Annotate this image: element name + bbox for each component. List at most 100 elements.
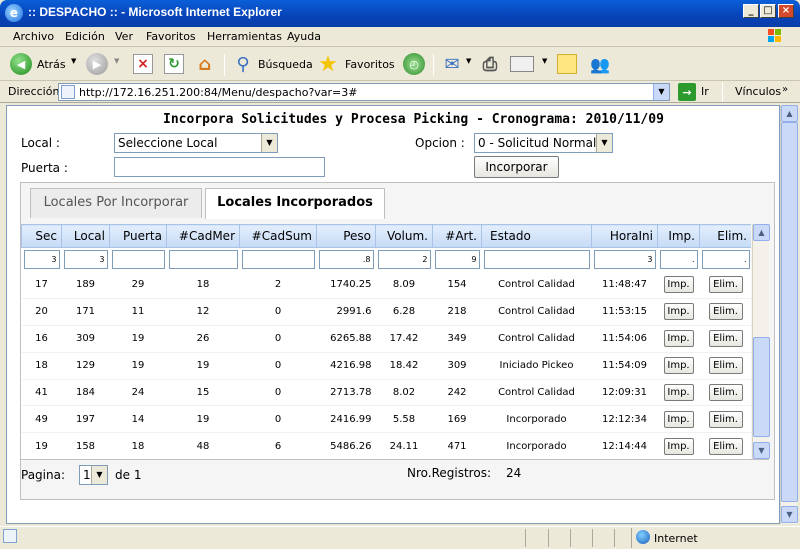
elim-button[interactable]: Elim.: [708, 410, 743, 428]
table-row[interactable]: 41 184 24 15 0 2713.78 8.02 242 Control Calidad 1…: [21, 379, 751, 407]
elim-button[interactable]: Elim.: [708, 437, 743, 455]
messenger-icon[interactable]: 👥: [588, 53, 612, 75]
filter-input[interactable]: [241, 250, 315, 270]
column-header[interactable]: HoraIni: [591, 224, 658, 248]
go-arrow-icon[interactable]: →: [678, 83, 696, 101]
table-cell: Control Calidad: [481, 379, 592, 407]
mail-dropdown-icon[interactable]: ▼: [466, 57, 471, 65]
imp-button[interactable]: Imp.: [663, 276, 694, 294]
tab-locales-por-incorporar[interactable]: Locales Por Incorporar: [30, 188, 202, 218]
home-icon[interactable]: ⌂: [194, 53, 216, 75]
column-header[interactable]: Elim.: [699, 224, 751, 248]
page-scrollbar[interactable]: ▲ ▼: [780, 105, 798, 524]
filter-input[interactable]: 3: [23, 250, 60, 270]
scroll-down-icon[interactable]: ▼: [753, 442, 770, 459]
minimize-button[interactable]: _: [743, 4, 759, 18]
column-header[interactable]: #CadSum: [239, 224, 317, 248]
mail-icon[interactable]: ✉: [440, 54, 464, 75]
elim-button[interactable]: Elim.: [708, 384, 743, 401]
favorites-label[interactable]: Favoritos: [345, 58, 395, 71]
forward-arrow-icon[interactable]: ▶: [86, 53, 108, 75]
print-icon[interactable]: ⎙: [478, 53, 502, 75]
imp-button[interactable]: Imp.: [663, 330, 694, 348]
menu-edicion[interactable]: Edición: [65, 30, 105, 43]
filter-input[interactable]: .: [659, 250, 698, 270]
filter-input[interactable]: 3: [63, 250, 108, 270]
edit-dropdown-icon[interactable]: ▼: [542, 57, 547, 65]
puerta-input[interactable]: [114, 157, 325, 177]
maximize-button[interactable]: □: [760, 4, 776, 18]
links-chevron-icon[interactable]: »: [782, 84, 788, 95]
close-button[interactable]: ×: [778, 4, 794, 18]
scroll-thumb[interactable]: [781, 122, 798, 502]
back-label[interactable]: Atrás: [37, 58, 66, 71]
filter-input[interactable]: 3: [593, 250, 656, 270]
scroll-down-icon[interactable]: ▼: [781, 506, 798, 523]
table-row[interactable]: 49 197 14 19 0 2416.99 5.58 169 Incorporado 12:12…: [21, 405, 751, 434]
column-header[interactable]: Peso: [316, 224, 376, 248]
chevron-down-icon[interactable]: ▼: [91, 466, 107, 484]
history-icon[interactable]: ◴: [403, 53, 425, 75]
favorites-star-icon[interactable]: ★: [316, 52, 340, 77]
table-row[interactable]: 16 309 19 26 0 6265.88 17.42 349 Control Calidad…: [21, 325, 751, 353]
address-input[interactable]: http://172.16.251.200:84/Menu/despacho?v…: [58, 83, 670, 101]
refresh-icon[interactable]: ↻: [164, 54, 184, 74]
opcion-select[interactable]: 0 - Solicitud Normal ▼: [474, 133, 613, 153]
table-row[interactable]: 17 189 29 18 2 1740.25 8.09 154 Control Calidad 1…: [21, 271, 751, 299]
table-row[interactable]: 19 158 18 48 6 5486.26 24.11 471 Incorporado 12:1…: [21, 432, 751, 459]
filter-input[interactable]: [168, 250, 238, 270]
filter-input[interactable]: .: [701, 250, 750, 270]
edit-icon[interactable]: [510, 56, 534, 72]
menu-ver[interactable]: Ver: [115, 30, 133, 43]
filter-input[interactable]: 2: [377, 250, 431, 270]
elim-button[interactable]: Elim.: [708, 303, 743, 321]
incorporar-button[interactable]: Incorporar: [474, 156, 559, 178]
filter-input[interactable]: [111, 250, 165, 270]
elim-button[interactable]: Elim.: [708, 357, 743, 375]
imp-button[interactable]: Imp.: [663, 410, 694, 428]
imp-button[interactable]: Imp.: [663, 357, 694, 375]
column-header[interactable]: Imp.: [657, 224, 700, 248]
table-row[interactable]: 18 129 19 19 0 4216.98 18.42 309 Iniciado Pickeo…: [21, 352, 751, 380]
chevron-down-icon[interactable]: ▼: [261, 134, 277, 152]
back-arrow-icon[interactable]: ◀: [10, 53, 32, 75]
elim-button[interactable]: Elim.: [708, 330, 743, 348]
back-dropdown-icon[interactable]: ▼: [71, 57, 76, 65]
menu-ayuda[interactable]: Ayuda: [287, 30, 321, 43]
scroll-up-icon[interactable]: ▲: [753, 224, 770, 241]
tab-locales-incorporados[interactable]: Locales Incorporados: [205, 188, 385, 219]
filter-input[interactable]: [483, 250, 590, 270]
search-icon[interactable]: ⚲: [232, 53, 254, 75]
elim-button[interactable]: Elim.: [708, 276, 743, 294]
search-label[interactable]: Búsqueda: [258, 58, 313, 71]
go-label[interactable]: Ir: [701, 85, 709, 98]
links-label[interactable]: Vínculos: [735, 85, 781, 98]
menu-herramientas[interactable]: Herramientas: [207, 30, 282, 43]
scroll-thumb[interactable]: [753, 337, 770, 437]
menu-archivo[interactable]: Archivo: [13, 30, 54, 43]
filter-input[interactable]: 9: [434, 250, 480, 270]
table-row[interactable]: 20 171 11 12 0 2991.6 6.28 218 Control Calidad 11…: [21, 298, 751, 326]
column-header[interactable]: Volum.: [375, 224, 433, 248]
grid-scrollbar[interactable]: ▲ ▼: [752, 224, 770, 459]
imp-button[interactable]: Imp.: [663, 384, 694, 401]
stop-icon[interactable]: ×: [133, 54, 153, 74]
imp-button[interactable]: Imp.: [663, 437, 694, 455]
window-title: :: DESPACHO :: - Microsoft Internet Expl…: [28, 5, 282, 19]
discuss-icon[interactable]: [557, 54, 577, 74]
column-header[interactable]: #CadMer: [166, 224, 240, 248]
column-header[interactable]: Estado: [481, 224, 592, 248]
column-header[interactable]: #Art.: [432, 224, 482, 248]
menu-favoritos[interactable]: Favoritos: [146, 30, 196, 43]
column-header[interactable]: Sec: [21, 224, 62, 248]
filter-input[interactable]: .8: [318, 250, 374, 270]
local-select[interactable]: Seleccione Local ▼: [114, 133, 278, 153]
column-header[interactable]: Local: [61, 224, 110, 248]
imp-button[interactable]: Imp.: [663, 303, 694, 321]
chevron-down-icon[interactable]: ▼: [596, 134, 612, 152]
column-header[interactable]: Puerta: [109, 224, 167, 248]
page-select[interactable]: 1 ▼: [79, 465, 108, 485]
scroll-up-icon[interactable]: ▲: [781, 105, 798, 122]
address-dropdown-icon[interactable]: ▼: [653, 84, 669, 100]
forward-dropdown-icon[interactable]: ▼: [114, 57, 119, 65]
